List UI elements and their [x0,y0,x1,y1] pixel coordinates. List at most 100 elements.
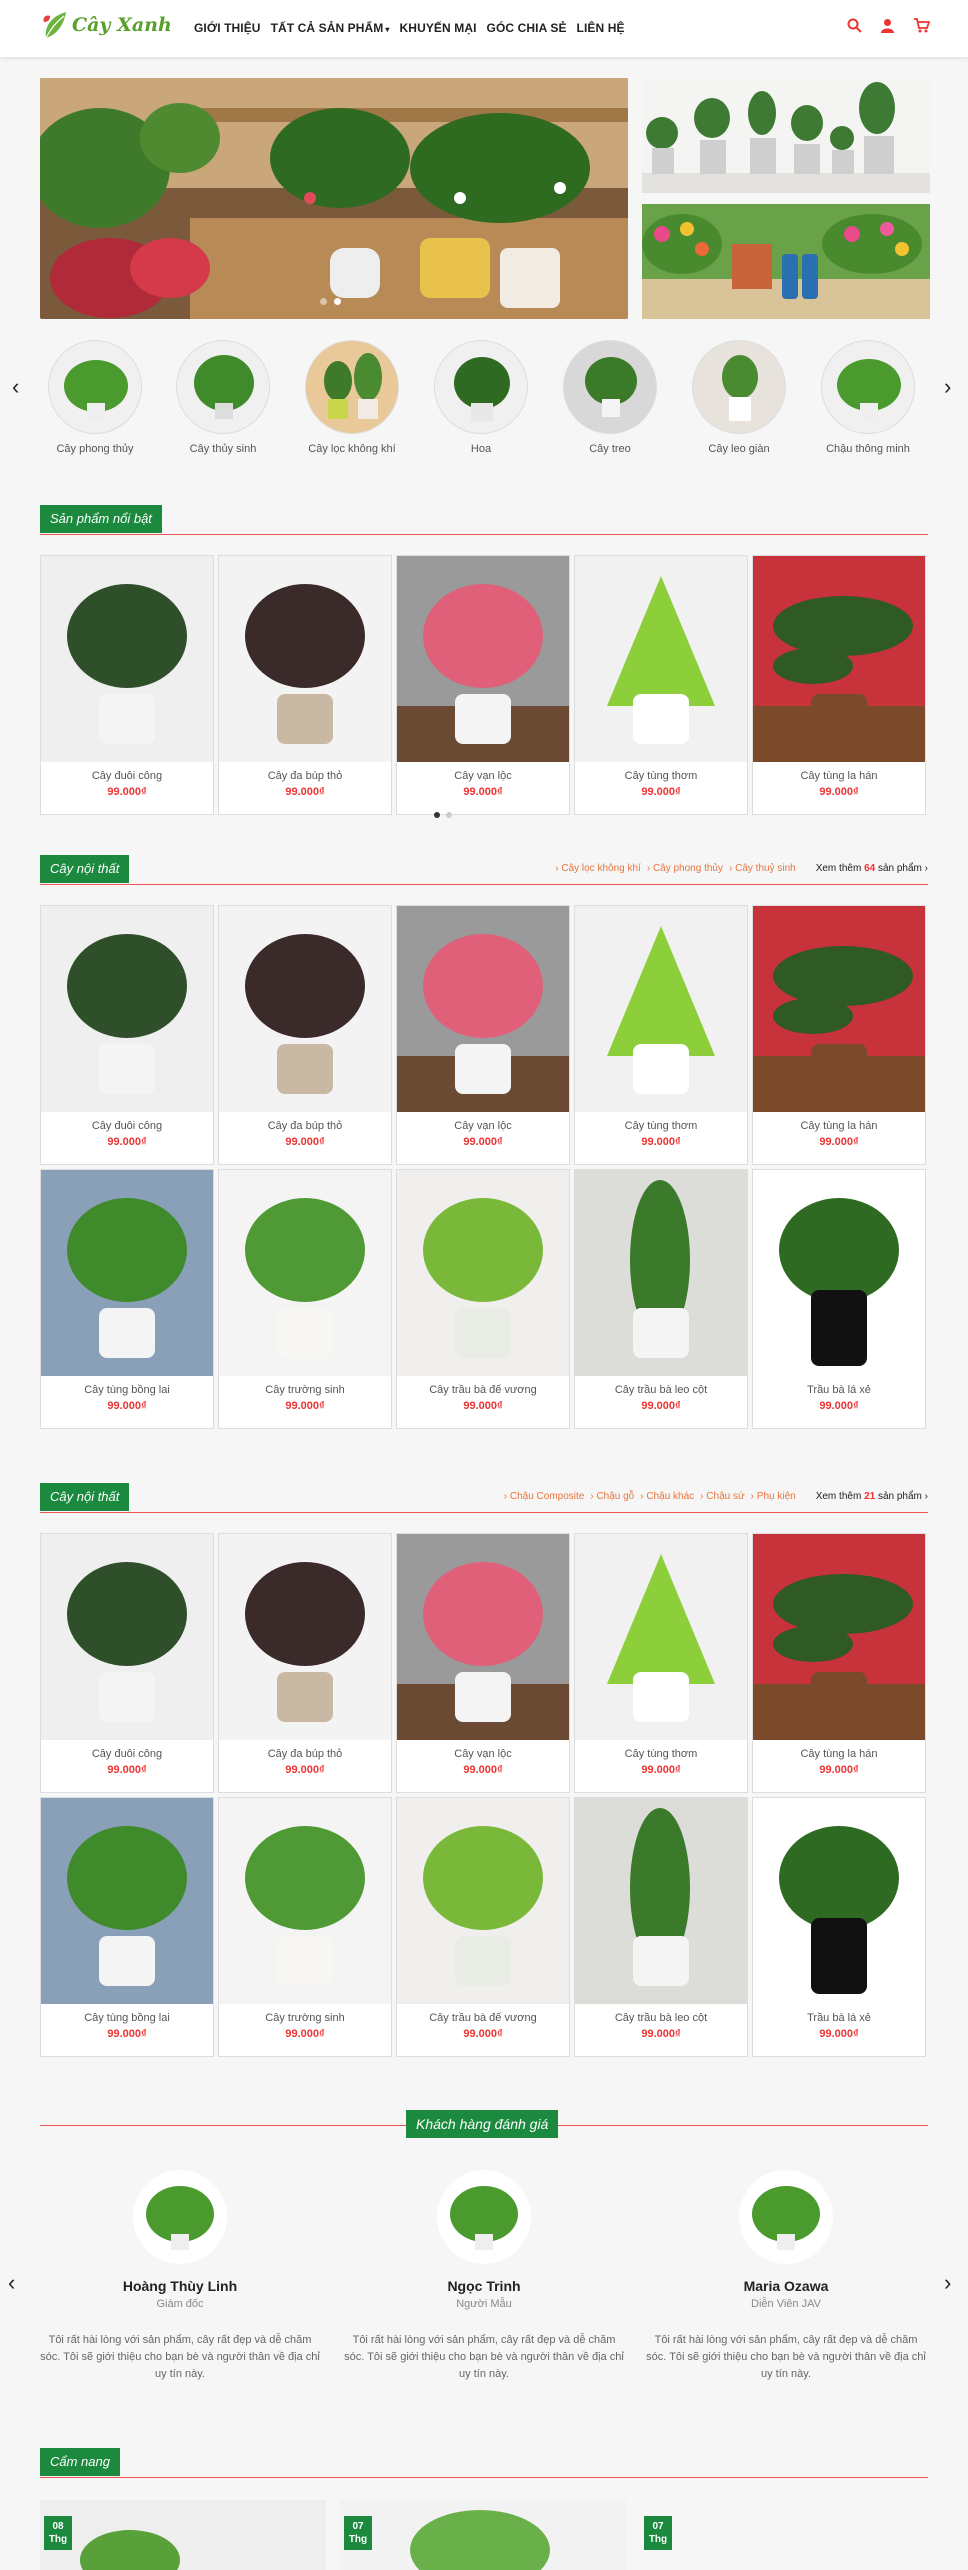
slider-dot-active[interactable] [434,812,440,818]
section-link[interactable]: › Chậu sứ [700,1491,745,1502]
product-image-wrap[interactable] [753,556,925,762]
product-name[interactable]: Cây vạn lộc [397,770,569,782]
product-image-wrap[interactable] [753,1798,925,2004]
product-name[interactable]: Cây trường sinh [219,1384,391,1396]
product-name[interactable]: Cây tùng la hán [753,770,925,782]
product-card[interactable]: Cây vạn lộc 99.000₫ [396,555,570,815]
product-image-wrap[interactable] [219,556,391,762]
product-image-wrap[interactable] [219,1170,391,1376]
product-image-wrap[interactable] [219,906,391,1112]
category-item[interactable]: Cây lọc không khí [297,340,407,455]
section-link[interactable]: › Chậu Composite [504,1491,585,1502]
nav-promotions[interactable]: KHUYẾN MẠI [400,21,477,35]
category-item[interactable]: Chậu thông minh [813,340,923,455]
product-name[interactable]: Cây tùng bồng lai [41,1384,213,1396]
product-card[interactable]: Cây tùng thơm 99.000₫ [574,905,748,1165]
product-image-wrap[interactable] [397,906,569,1112]
section-link[interactable]: › Phụ kiện [751,1491,796,1502]
product-name[interactable]: Cây tùng thơm [575,770,747,782]
product-card[interactable]: Cây trầu bà leo cột 99.000₫ [574,1169,748,1429]
product-image-wrap[interactable] [753,1534,925,1740]
see-more-link[interactable]: Xem thêm 21 sản phẩm › [816,1491,928,1502]
product-name[interactable]: Cây tùng bồng lai [41,2012,213,2024]
product-image-wrap[interactable] [41,556,213,762]
product-card[interactable]: Cây trường sinh 99.000₫ [218,1797,392,2057]
category-item[interactable]: Cây treo [555,340,665,455]
category-item[interactable]: Cây phong thủy [40,340,150,455]
hero-banner-main[interactable] [40,78,628,319]
section-link[interactable]: › Cây phong thủy [647,863,723,874]
product-name[interactable]: Trầu bà lá xẻ [753,1384,925,1396]
product-name[interactable]: Cây trầu bà leo cột [575,2012,747,2024]
product-image-wrap[interactable] [397,556,569,762]
search-icon[interactable] [847,18,862,33]
product-card[interactable]: Cây đuôi công 99.000₫ [40,905,214,1165]
product-image-wrap[interactable] [575,1798,747,2004]
category-item[interactable]: Hoa [426,340,536,455]
product-name[interactable]: Cây trầu bà leo cột [575,1384,747,1396]
product-image-wrap[interactable] [41,906,213,1112]
product-name[interactable]: Cây đuôi công [41,1120,213,1132]
product-card[interactable]: Cây đa búp thỏ 99.000₫ [218,1533,392,1793]
product-image-wrap[interactable] [753,906,925,1112]
product-name[interactable]: Cây tùng thơm [575,1120,747,1132]
chevron-left-icon[interactable]: ‹ [8,2270,15,2296]
section-link[interactable]: › Cây thuỷ sinh [729,863,796,874]
product-card[interactable]: Trầu bà lá xẻ 99.000₫ [752,1797,926,2057]
product-card[interactable]: Cây đuôi công 99.000₫ [40,555,214,815]
product-image-wrap[interactable] [575,906,747,1112]
product-card[interactable]: Cây vạn lộc 99.000₫ [396,905,570,1165]
nav-about[interactable]: GIỚI THIỆU [194,21,261,35]
nav-contact[interactable]: LIÊN HỆ [577,21,625,35]
product-image-wrap[interactable] [397,1534,569,1740]
product-name[interactable]: Cây tùng la hán [753,1120,925,1132]
product-name[interactable]: Cây đuôi công [41,770,213,782]
product-card[interactable]: Cây đa búp thỏ 99.000₫ [218,905,392,1165]
product-image-wrap[interactable] [41,1534,213,1740]
product-name[interactable]: Cây trầu bà đế vương [397,2012,569,2024]
slider-dot[interactable] [446,812,452,818]
product-image-wrap[interactable] [41,1798,213,2004]
section-link[interactable]: › Chậu khác [640,1491,694,1502]
product-name[interactable]: Cây đuôi công [41,1748,213,1760]
product-card[interactable]: Cây tùng thơm 99.000₫ [574,555,748,815]
product-card[interactable]: Cây tùng la hán 99.000₫ [752,905,926,1165]
product-name[interactable]: Trầu bà lá xẻ [753,2012,925,2024]
slider-dot[interactable] [320,298,327,305]
section-link[interactable]: › Chậu gỗ [590,1491,634,1502]
nav-blog[interactable]: GÓC CHIA SẺ [487,21,567,35]
product-name[interactable]: Cây đa búp thỏ [219,770,391,782]
product-name[interactable]: Cây tùng la hán [753,1748,925,1760]
product-image-wrap[interactable] [397,1798,569,2004]
product-name[interactable]: Cây đa búp thỏ [219,1120,391,1132]
product-name[interactable]: Cây trường sinh [219,2012,391,2024]
category-item[interactable]: Cây leo giàn [684,340,794,455]
product-image-wrap[interactable] [397,1170,569,1376]
chevron-right-icon[interactable]: › [944,374,951,400]
product-image-wrap[interactable] [753,1170,925,1376]
product-card[interactable]: Cây đa búp thỏ 99.000₫ [218,555,392,815]
product-card[interactable]: Cây trầu bà đế vương 99.000₫ [396,1169,570,1429]
product-card[interactable]: Trầu bà lá xẻ 99.000₫ [752,1169,926,1429]
product-name[interactable]: Cây tùng thơm [575,1748,747,1760]
product-image-wrap[interactable] [575,556,747,762]
product-image-wrap[interactable] [219,1534,391,1740]
product-name[interactable]: Cây trầu bà đế vương [397,1384,569,1396]
product-name[interactable]: Cây đa búp thỏ [219,1748,391,1760]
product-card[interactable]: Cây vạn lộc 99.000₫ [396,1533,570,1793]
chevron-left-icon[interactable]: ‹ [12,374,19,400]
product-card[interactable]: Cây trường sinh 99.000₫ [218,1169,392,1429]
cart-icon[interactable] [913,18,930,33]
user-icon[interactable] [880,18,895,33]
see-more-link[interactable]: Xem thêm 64 sản phẩm › [816,863,928,874]
product-image-wrap[interactable] [575,1534,747,1740]
product-card[interactable]: Cây tùng la hán 99.000₫ [752,1533,926,1793]
product-card[interactable]: Cây trầu bà leo cột 99.000₫ [574,1797,748,2057]
product-card[interactable]: Cây tùng bồng lai 99.000₫ [40,1797,214,2057]
product-card[interactable]: Cây trầu bà đế vương 99.000₫ [396,1797,570,2057]
product-image-wrap[interactable] [219,1798,391,2004]
hero-banner-side-bottom[interactable] [642,204,930,319]
product-card[interactable]: Cây đuôi công 99.000₫ [40,1533,214,1793]
product-image-wrap[interactable] [41,1170,213,1376]
product-card[interactable]: Cây tùng thơm 99.000₫ [574,1533,748,1793]
